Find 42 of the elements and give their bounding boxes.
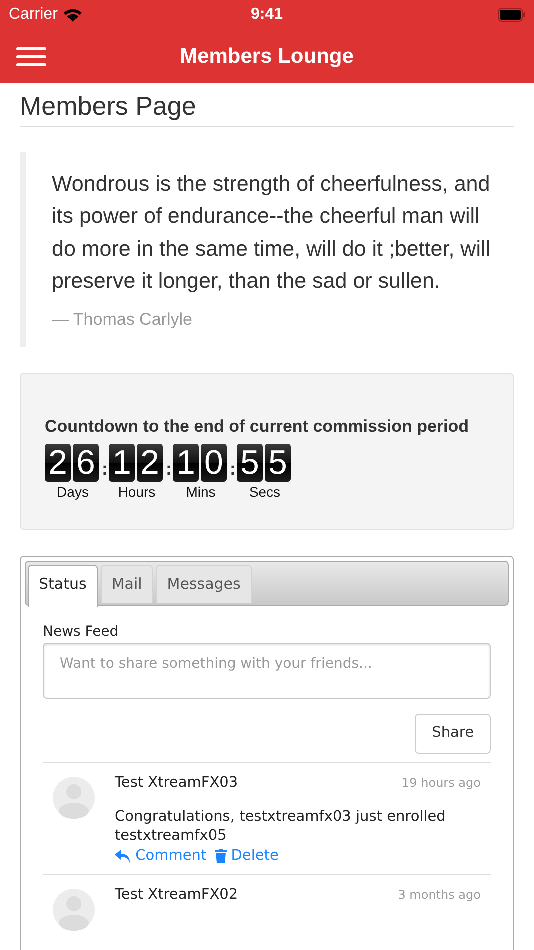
post-text: Congratulations, testxtreamfx03 just enrolled testxtreamfx05 xyxy=(115,808,447,846)
avatar-icon xyxy=(53,889,95,932)
poster-name: Test XtreamFX02 xyxy=(115,886,238,906)
poster-name: Test XtreamFX03 xyxy=(115,774,238,793)
navbar-title: Members Lounge xyxy=(180,44,354,70)
action-link[interactable]: Delete xyxy=(214,846,279,868)
action-link[interactable]: Comment xyxy=(115,846,207,868)
flip-digit: 1 xyxy=(109,444,135,482)
countdown-title: Countdown to the end of current commission period xyxy=(45,416,470,438)
post-time: 19 hours ago xyxy=(402,774,482,792)
avatar-icon xyxy=(53,776,95,819)
flip-digit: 2 xyxy=(45,444,71,482)
tab[interactable]: Mail xyxy=(100,564,154,603)
separator-label: : xyxy=(101,458,109,481)
separator-label: : xyxy=(229,458,237,481)
quote-author: — Thomas Carlyle xyxy=(52,309,194,332)
post-input[interactable]: Want to share something with your friends... xyxy=(43,642,491,699)
flip-digit: 6 xyxy=(73,444,99,482)
unit-label: Mins xyxy=(185,482,217,502)
post-time: 3 months ago xyxy=(398,887,482,904)
tab[interactable]: Messages xyxy=(156,564,252,603)
clock-time: 9:41 xyxy=(250,5,284,25)
menu-icon[interactable] xyxy=(16,46,47,66)
flip-digit: 1 xyxy=(173,444,199,482)
field-label: News Feed xyxy=(43,622,120,642)
flip-digit: 5 xyxy=(265,444,291,482)
share-button[interactable]: Share xyxy=(415,714,491,754)
flip-digit: 2 xyxy=(137,444,163,482)
trash-icon xyxy=(214,849,227,864)
page-title: Members Page xyxy=(20,91,514,128)
flip-digit: 5 xyxy=(237,444,263,482)
unit-label: Hours xyxy=(117,482,157,502)
quote-text: Wondrous is the strength of cheerfulness, and its power of endurance--the cheerful man will do more in the same time, will do it ;better, will preserve it longer, than the sad or sullen. xyxy=(52,171,492,296)
flip-digit: 0 xyxy=(201,444,227,482)
wifi-icon xyxy=(62,8,83,22)
tab[interactable]: Status xyxy=(28,564,98,607)
unit-label: Secs xyxy=(248,482,282,502)
reply-icon xyxy=(115,850,131,863)
separator-label: : xyxy=(165,458,173,481)
carrier-label: Carrier xyxy=(9,5,58,25)
unit-label: Days xyxy=(56,482,90,502)
battery-icon xyxy=(498,8,526,22)
